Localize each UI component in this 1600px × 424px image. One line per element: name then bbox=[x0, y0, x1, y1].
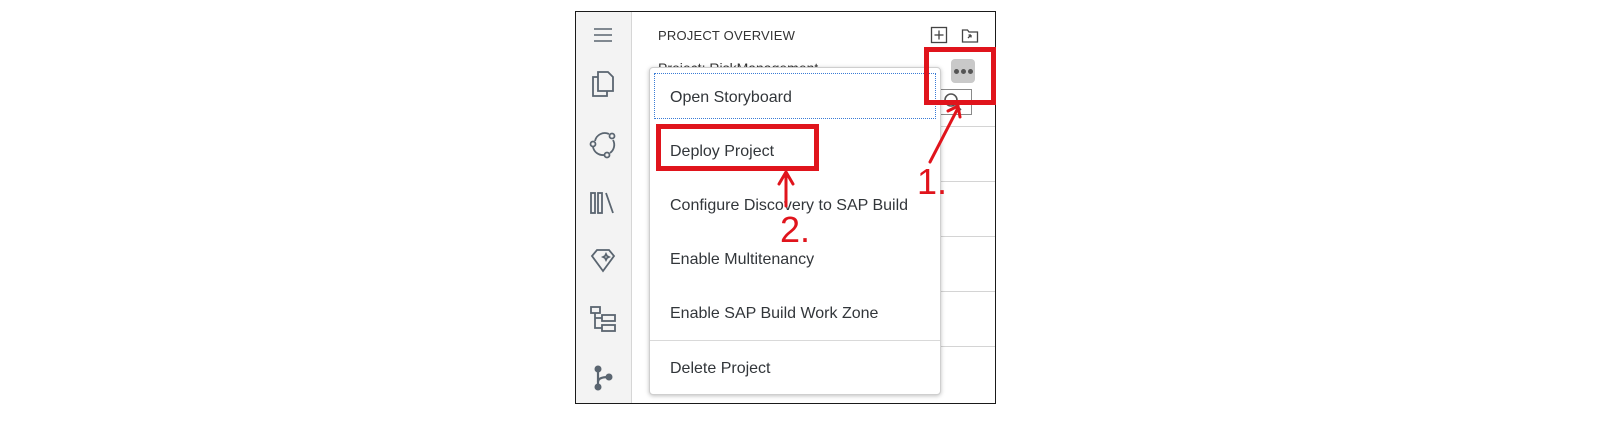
step2-label: 2. bbox=[780, 209, 811, 250]
step1-label: 1. bbox=[917, 161, 948, 202]
